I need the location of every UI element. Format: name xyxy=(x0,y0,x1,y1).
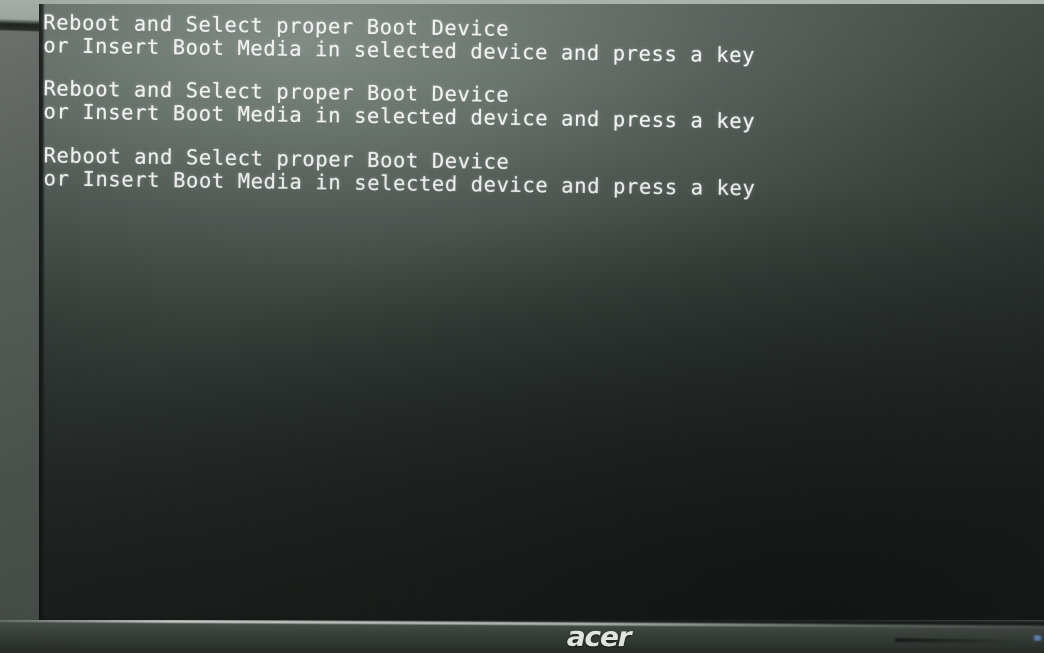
boot-error-text-layer: Reboot and Select proper Boot Device or … xyxy=(39,4,1044,622)
boot-error-message: Reboot and Select proper Boot Device or … xyxy=(43,142,755,200)
boot-error-message: Reboot and Select proper Boot Device or … xyxy=(43,75,755,133)
boot-error-message: Reboot and Select proper Boot Device or … xyxy=(43,9,755,67)
monitor-screen: Reboot and Select proper Boot Device or … xyxy=(39,4,1044,622)
monitor-photo: Reboot and Select proper Boot Device or … xyxy=(0,0,1044,653)
monitor-bottom-bezel xyxy=(0,620,1044,653)
acer-brand-logo: acer xyxy=(566,621,631,653)
power-led-indicator xyxy=(1033,635,1042,641)
